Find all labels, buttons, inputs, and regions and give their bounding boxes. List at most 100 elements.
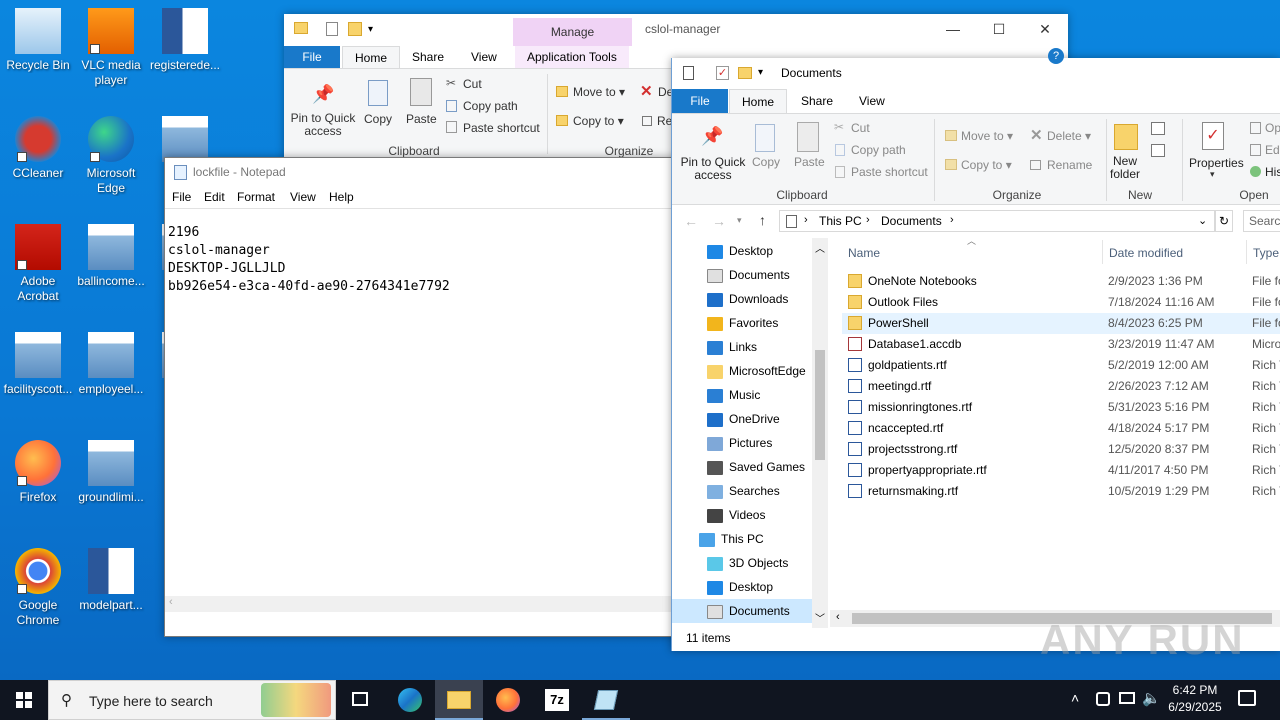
nav-item-pictures[interactable]: Pictures (707, 431, 772, 455)
paste-shortcut-button[interactable]: Paste shortcut (463, 121, 540, 135)
security-icon[interactable] (1096, 692, 1110, 706)
tab-file[interactable]: File (284, 46, 340, 68)
copy-to-button[interactable]: Copy to ▾ (961, 158, 1012, 172)
nav-item-3d-objects[interactable]: 3D Objects (707, 551, 788, 575)
nav-item-links[interactable]: Links (707, 335, 757, 359)
network-icon[interactable] (1119, 692, 1135, 704)
help-icon[interactable]: ? (1048, 48, 1064, 64)
cut-button[interactable]: Cut (851, 121, 870, 135)
taskbar-firefox[interactable] (484, 680, 532, 720)
desktop-icon-5[interactable]: Microsoft Edge (73, 116, 149, 196)
taskbar-notepad[interactable] (582, 680, 630, 720)
properties-button[interactable]: Properties (1189, 156, 1244, 170)
column-header-date[interactable]: Date modified (1109, 246, 1183, 260)
up-button[interactable]: ↑ (759, 212, 766, 228)
tab-home[interactable]: Home (729, 89, 788, 113)
file-row[interactable]: goldpatients.rtf 5/2/2019 12:00 AM Rich T (842, 355, 1280, 376)
file-row[interactable]: Outlook Files 7/18/2024 11:16 AM File fo (842, 292, 1280, 313)
nav-item-desktop[interactable]: Desktop (707, 239, 773, 263)
breadcrumb-documents[interactable]: Documents (881, 214, 942, 228)
file-row[interactable]: propertyappropriate.rtf 4/11/2017 4:50 PM… (842, 460, 1280, 481)
pin-to-quick-access-button[interactable]: Pin to Quick access (290, 112, 356, 138)
desktop-icon-13[interactable]: Firefox (0, 440, 76, 505)
back-button[interactable]: ← (684, 213, 698, 229)
cut-button[interactable]: Cut (463, 77, 482, 91)
close-button[interactable]: ✕ (1022, 14, 1068, 44)
file-row[interactable]: returnsmaking.rtf 10/5/2019 1:29 PM Rich T (842, 481, 1280, 502)
tab-view[interactable]: View (847, 89, 897, 113)
quick-access-dropdown-icon[interactable]: ▾ (368, 24, 373, 35)
desktop-icon-8[interactable]: ballincome... (73, 224, 149, 289)
desktop-icon-1[interactable]: Recycle Bin (0, 8, 76, 73)
nav-item-documents[interactable]: Documents (707, 263, 790, 287)
show-hidden-icons-button[interactable]: ˄ (1071, 690, 1079, 706)
nav-item-saved-games[interactable]: Saved Games (707, 455, 805, 479)
menu-view[interactable]: View (290, 190, 316, 204)
desktop-icon-7[interactable]: Adobe Acrobat (0, 224, 76, 304)
clock[interactable]: 6:42 PM 6/29/2025 (1160, 682, 1230, 716)
desktop-icon-11[interactable]: employeel... (73, 332, 149, 397)
notepad-hscrollbar[interactable]: ‹ (165, 596, 683, 612)
new-folder-button[interactable]: New folder (1109, 155, 1141, 181)
history-button[interactable]: His (1265, 165, 1280, 179)
quick-access-dropdown-icon[interactable]: ▾ (758, 67, 763, 78)
nav-item-videos[interactable]: Videos (707, 503, 765, 527)
properties-dropdown-icon[interactable]: ▾ (1210, 169, 1215, 180)
tab-share[interactable]: Share (789, 89, 845, 113)
paste-button[interactable]: Paste (406, 112, 437, 126)
desktop-icon-14[interactable]: groundlimi... (73, 440, 149, 505)
tab-file[interactable]: File (672, 89, 728, 113)
copy-path-button[interactable]: Copy path (851, 143, 906, 157)
file-row[interactable]: OneNote Notebooks 2/9/2023 1:36 PM File fo (842, 271, 1280, 292)
nav-item-downloads[interactable]: Downloads (707, 287, 788, 311)
breadcrumb-this-pc[interactable]: This PC (819, 214, 862, 228)
maximize-button[interactable]: ☐ (976, 14, 1022, 44)
tab-share[interactable]: Share (400, 46, 456, 68)
scroll-up-arrow[interactable]: ︿ (815, 240, 825, 255)
copy-path-button[interactable]: Copy path (463, 99, 518, 113)
notifications-button[interactable] (1238, 690, 1256, 706)
forward-button[interactable]: → (712, 213, 726, 229)
properties-quick-icon[interactable] (326, 22, 338, 36)
nav-item-desktop[interactable]: Desktop (707, 575, 773, 599)
scroll-thumb[interactable] (815, 350, 825, 460)
recent-locations-button[interactable]: ▾ (737, 215, 742, 226)
tab-application-tools[interactable]: Application Tools (515, 46, 629, 68)
easy-access-icon[interactable] (1151, 144, 1165, 157)
search-box[interactable]: Search (1243, 210, 1280, 232)
copy-to-button[interactable]: Copy to ▾ (573, 114, 624, 128)
nav-scrollbar[interactable]: ︿ ﹀ (812, 238, 828, 628)
nav-item-microsoftedge[interactable]: MicrosoftEdge (707, 359, 806, 383)
edit-button[interactable]: Edi (1265, 143, 1280, 157)
nav-item-documents[interactable]: Documents (707, 599, 790, 623)
file-row[interactable]: ncaccepted.rtf 4/18/2024 5:17 PM Rich T (842, 418, 1280, 439)
taskbar-7zip[interactable]: 7z (533, 680, 581, 720)
copy-button[interactable]: Copy (364, 112, 392, 126)
new-item-icon[interactable] (1151, 122, 1165, 135)
taskbar-file-explorer[interactable] (435, 680, 483, 720)
nav-item-this-pc[interactable]: This PC (699, 527, 764, 551)
menu-file[interactable]: File (172, 190, 191, 204)
new-folder-quick-icon[interactable] (738, 67, 752, 79)
pin-to-quick-access-button[interactable]: Pin to Quick access (677, 156, 749, 182)
tab-home[interactable]: Home (342, 46, 401, 68)
column-header-type[interactable]: Type (1253, 246, 1279, 260)
scroll-down-arrow[interactable]: ﹀ (815, 610, 825, 625)
volume-icon[interactable]: 🔈 (1142, 689, 1161, 707)
taskbar-search-box[interactable]: ⚲ Type here to search (48, 680, 336, 720)
paste-shortcut-button[interactable]: Paste shortcut (851, 165, 928, 179)
menu-help[interactable]: Help (329, 190, 354, 204)
desktop-icon-4[interactable]: CCleaner (0, 116, 76, 181)
menu-edit[interactable]: Edit (204, 190, 225, 204)
scroll-left-arrow[interactable]: ‹ (169, 596, 173, 608)
scroll-left-arrow[interactable]: ‹ (836, 611, 840, 623)
checkmark-quick-icon[interactable]: ✓ (716, 66, 729, 80)
start-button[interactable] (0, 680, 48, 720)
file-row[interactable]: Database1.accdb 3/23/2019 11:47 AM Micro (842, 334, 1280, 355)
nav-item-music[interactable]: Music (707, 383, 760, 407)
refresh-button[interactable]: ↻ (1215, 210, 1233, 232)
move-to-button[interactable]: Move to ▾ (573, 85, 625, 99)
file-row[interactable]: projectsstrong.rtf 12/5/2020 8:37 PM Rich … (842, 439, 1280, 460)
nav-item-onedrive[interactable]: OneDrive (707, 407, 780, 431)
new-folder-quick-icon[interactable] (348, 22, 362, 36)
